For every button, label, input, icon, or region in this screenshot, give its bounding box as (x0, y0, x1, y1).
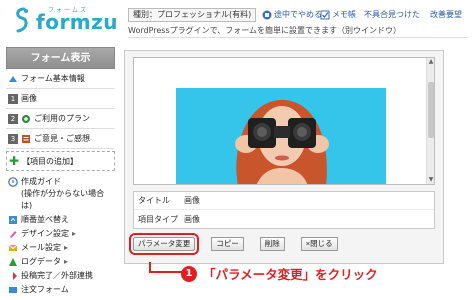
menu-sub-label: (操作が分からない場合は) (21, 189, 105, 210)
item-edit-panel: ▲ ▼ タイトル 画像 項目タイプ 画像 パラメータ変更 コピー 削除 ×閉じる (124, 50, 444, 264)
menu-guide[interactable]: 作成ガイド (操作が分からない場合は) (6, 175, 115, 213)
menu-label: 投稿完了／外部連携 (21, 271, 93, 280)
link-icon (13, 272, 17, 280)
delete-button[interactable]: 削除 (259, 237, 285, 251)
info-row-type: 項目タイプ 画像 (134, 210, 434, 228)
menu-design[interactable]: デザイン設定 ▸ (6, 227, 115, 241)
logo-name: formzu (36, 10, 119, 34)
item-action-buttons: パラメータ変更 コピー 削除 ×閉じる (128, 233, 354, 255)
memo-label: メモ帳 (332, 10, 356, 19)
logo-kana: フォームズ (48, 7, 88, 14)
radio-group-icon (22, 114, 30, 123)
item-info-table: タイトル 画像 項目タイプ 画像 (133, 191, 435, 229)
menu-label: 順番並べ替え (21, 215, 69, 224)
sidebar-menu: 作成ガイド (操作が分からない場合は) 順番並べ替え デザイン設定 ▸ メール設… (6, 175, 115, 297)
chevron-right-icon: ▸ (64, 243, 69, 252)
report-bug-link[interactable]: 不具合見つけた (364, 8, 420, 22)
sidebar-item-add-field[interactable]: ✚ 【項目の追加】 (6, 151, 115, 171)
quit-midway-link[interactable]: 途中でやめる (262, 8, 322, 22)
item-number-badge: 3 (8, 133, 18, 144)
menu-label: 作成ガイド (21, 177, 61, 186)
sidebar-item-label: フォーム基本情報 (21, 74, 85, 83)
guide-icon (8, 177, 18, 187)
info-value: 画像 (184, 196, 200, 205)
sidebar-title: フォーム表示 (6, 47, 115, 69)
sidebar-item-feedback[interactable]: 3 ご意見・ご感想 (6, 129, 115, 149)
menu-order-form[interactable]: 注文フォーム (6, 283, 115, 297)
menu-log[interactable]: ログデータ ▸ (6, 255, 115, 269)
step-number-badge: 1 (181, 265, 197, 282)
sidebar: フォーム表示 フォーム基本情報 1 画像 2 ご利用のプラン 3 ご意見・ご感想… (6, 47, 115, 300)
item-number-badge: 2 (8, 113, 18, 124)
menu-sort[interactable]: 順番並べ替え (6, 213, 115, 227)
menu-label: メール設定 (21, 243, 61, 252)
design-icon (10, 231, 17, 238)
report-bug-label: 不具合見つけた (364, 10, 420, 19)
item-number-badge: 1 (8, 93, 18, 104)
request-improvement-link[interactable]: 改善要望 (430, 8, 462, 22)
sidebar-item-plan[interactable]: 2 ご利用のプラン (6, 109, 115, 129)
callout-pointer-line (149, 271, 183, 273)
mail-icon (8, 244, 18, 251)
plus-icon: ✚ (9, 154, 20, 168)
info-key: 項目タイプ (138, 214, 178, 224)
sidebar-item-image[interactable]: 1 画像 (6, 89, 115, 109)
order-icon (9, 287, 17, 293)
preview-photo (176, 88, 386, 184)
info-key: タイトル (138, 196, 170, 205)
info-value: 画像 (184, 214, 200, 224)
scroll-thumb[interactable] (428, 82, 434, 138)
change-parameters-button[interactable]: パラメータ変更 (128, 233, 200, 255)
instruction-callout: 1 「パラメータ変更」をクリック (181, 264, 378, 283)
formzu-logo[interactable]: フォームズ formzu (12, 5, 118, 35)
sidebar-item-label: 画像 (21, 94, 37, 103)
chevron-right-icon: ▸ (72, 229, 77, 238)
stop-icon (262, 10, 272, 20)
scroll-down-arrow-icon[interactable]: ▼ (427, 176, 434, 184)
wordpress-plugin-notice[interactable]: WordPressプラグインで、フォームを簡単に設置できます（別ウインドウ） (128, 25, 401, 36)
sidebar-item-label: ご意見・ご感想 (34, 134, 90, 143)
menu-label: ログデータ (21, 257, 61, 266)
menu-label: デザイン設定 (21, 229, 69, 238)
woman-with-binoculars-image (176, 88, 386, 184)
sidebar-item-label: 【項目の追加】 (22, 156, 79, 166)
menu-complete-link[interactable]: 投稿完了／外部連携 (6, 269, 115, 283)
chevron-right-icon: ▸ (64, 257, 69, 266)
log-icon (9, 258, 17, 266)
memo-link[interactable]: メモ帳 (320, 8, 356, 22)
preview-scrollbar[interactable]: ▲ ▼ (426, 58, 434, 184)
copy-button[interactable]: コピー (211, 237, 244, 251)
sidebar-item-label: ご利用のプラン (34, 114, 90, 123)
textarea-icon (22, 134, 30, 143)
instruction-text: 「パラメータ変更」をクリック (203, 267, 378, 282)
request-improvement-label: 改善要望 (430, 10, 462, 19)
menu-mail[interactable]: メール設定 ▸ (6, 241, 115, 255)
quit-midway-label: 途中でやめる (274, 10, 322, 19)
logo-mark-icon (16, 7, 28, 33)
scroll-up-arrow-icon[interactable]: ▲ (427, 58, 434, 66)
plan-type-label: 種別：プロフェッショナル(有料) (128, 8, 257, 22)
form-info-icon (9, 75, 17, 82)
sidebar-item-form-info[interactable]: フォーム基本情報 (6, 69, 115, 89)
sort-icon (9, 216, 17, 224)
info-row-title: タイトル 画像 (134, 192, 434, 210)
close-button[interactable]: ×閉じる (300, 237, 338, 251)
menu-label: 注文フォーム (21, 285, 69, 294)
image-preview-frame: ▲ ▼ (133, 57, 435, 185)
header-divider (128, 37, 468, 38)
memo-icon (320, 10, 330, 20)
